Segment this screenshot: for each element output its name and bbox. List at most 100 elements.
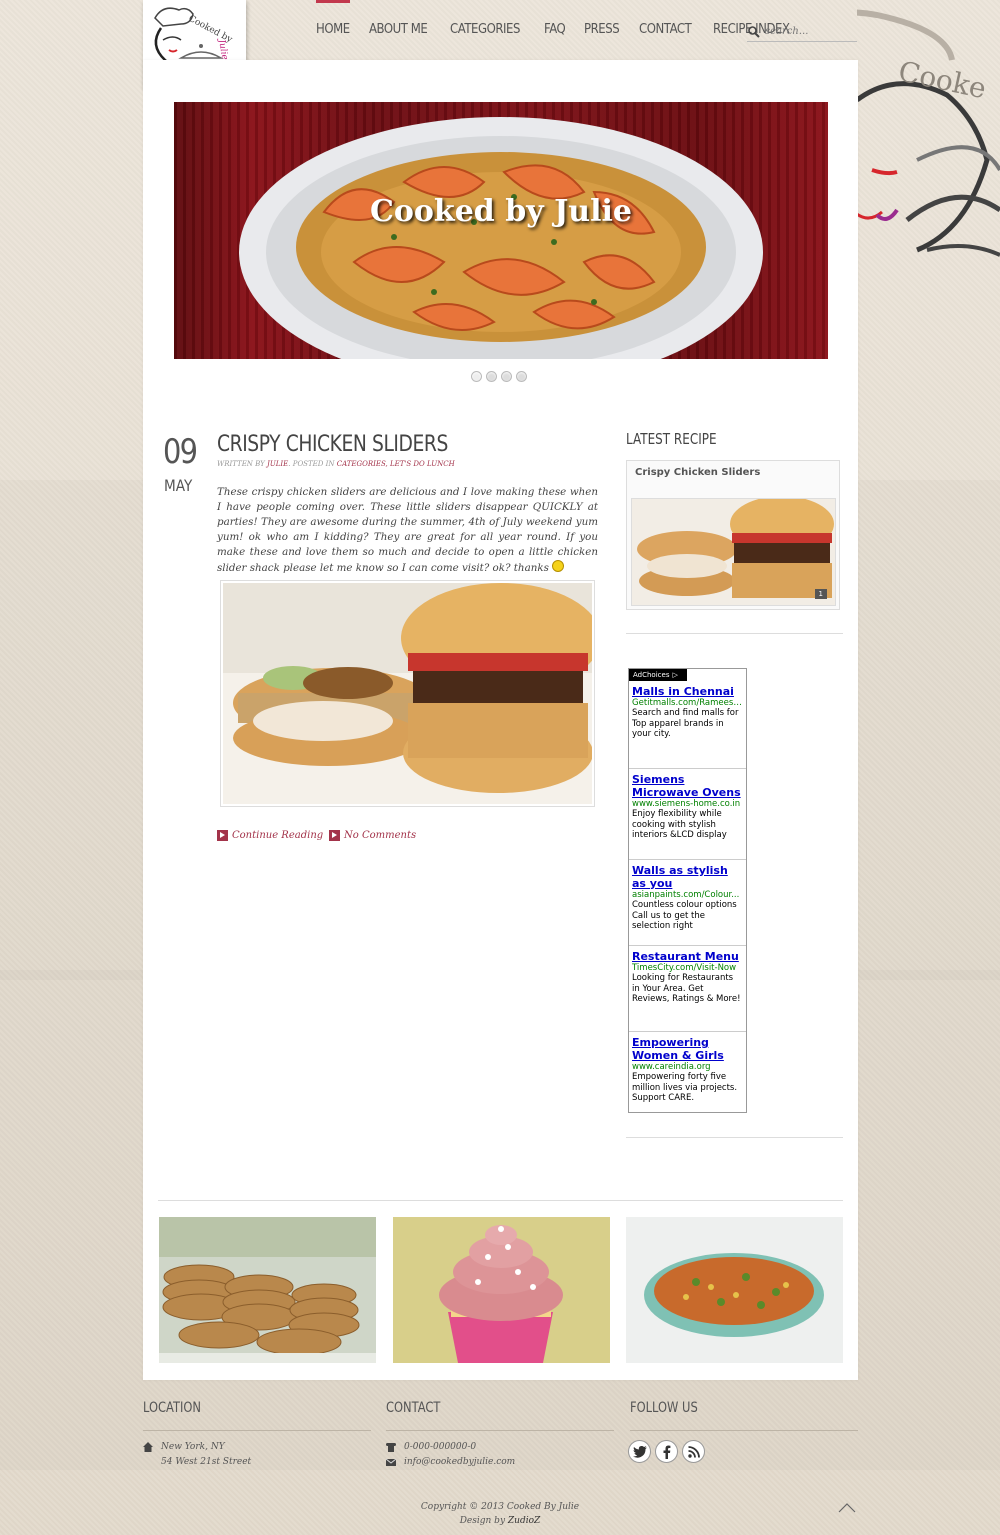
- ad-item[interactable]: Restaurant Menu TimesCity.com/Visit-Now …: [629, 946, 746, 1032]
- post-author-link[interactable]: JULIE: [267, 460, 288, 468]
- slider-dot-1[interactable]: [471, 371, 482, 382]
- search-box: [747, 22, 857, 42]
- footer-city-text: New York, NY: [161, 1442, 225, 1452]
- ad-url[interactable]: asianpaints.com/Colour...: [632, 890, 743, 900]
- ad-item[interactable]: Empowering Women & Girls www.careindia.o…: [629, 1032, 746, 1110]
- gallery-divider: [158, 1200, 843, 1201]
- nav-item-categories[interactable]: CATEGORIES: [450, 22, 520, 44]
- post-date-month: MAY: [164, 476, 193, 495]
- adchoices-icon: ▷: [672, 671, 678, 679]
- ad-item[interactable]: Malls in Chennai Getitmalls.com/Rameeswa…: [629, 681, 746, 769]
- sidebar-divider: [626, 633, 843, 634]
- latest-recipe-widget[interactable]: Crispy Chicken Sliders 1: [626, 460, 840, 610]
- nav-item-contact[interactable]: CONTACT: [639, 22, 692, 44]
- gallery-thumb-cupcake[interactable]: [393, 1217, 610, 1363]
- footer-street-text: 54 West 21st Street: [161, 1457, 252, 1467]
- main-content-panel: Cooked by Julie 09 MAY CRISPY CHICKEN SL…: [143, 60, 858, 1380]
- ad-url[interactable]: TimesCity.com/Visit-Now: [632, 963, 743, 973]
- ad-url[interactable]: www.careindia.org: [632, 1062, 743, 1072]
- continue-reading-link[interactable]: Continue Reading: [217, 830, 323, 841]
- designer-link[interactable]: ZudioZ: [508, 1516, 540, 1526]
- ad-title[interactable]: Malls in Chennai: [632, 685, 743, 698]
- footer-phone-text: 0-000-000000-0: [404, 1442, 477, 1452]
- main-navigation: HOME ABOUT ME CATEGORIES FAQ PRESS CONTA…: [316, 22, 814, 44]
- search-input[interactable]: [765, 26, 855, 37]
- comments-label: No Comments: [344, 830, 417, 841]
- ad-description: Search and find malls for Top apparel br…: [632, 708, 739, 739]
- facebook-button[interactable]: [655, 1440, 678, 1463]
- svg-text:Cooke: Cooke: [896, 55, 990, 106]
- post-categories-link[interactable]: CATEGORIES, LET'S DO LUNCH: [337, 460, 455, 468]
- smiley-icon: [552, 560, 565, 572]
- footer-city: New York, NY: [143, 1442, 225, 1452]
- ad-title[interactable]: Empowering Women & Girls: [632, 1036, 743, 1062]
- slider-dot-4[interactable]: [516, 371, 527, 382]
- post-title[interactable]: CRISPY CHICKEN SLIDERS: [217, 432, 448, 457]
- footer-contact-title: CONTACT: [386, 1400, 452, 1416]
- continue-reading-label: Continue Reading: [232, 830, 324, 841]
- svg-text:Cooked by: Cooked by: [187, 14, 235, 46]
- footer-phone: 0-000-000000-0: [386, 1442, 476, 1452]
- post-image[interactable]: [220, 580, 595, 807]
- ad-description: Countless colour options Call us to get …: [632, 900, 737, 931]
- gallery-thumb-salad[interactable]: [626, 1217, 843, 1363]
- phone-icon: [386, 1443, 396, 1452]
- latest-recipe-heading: LATEST RECIPE: [626, 430, 717, 448]
- background-logo-decoration: Cooke: [857, 0, 1000, 330]
- sidebar-divider: [626, 1137, 843, 1138]
- rss-button[interactable]: [682, 1440, 705, 1463]
- footer-email-text[interactable]: info@cookedbyjulie.com: [404, 1457, 515, 1467]
- post-meta-mid: . POSTED IN: [288, 460, 335, 468]
- ad-title[interactable]: Restaurant Menu: [632, 950, 743, 963]
- ad-title[interactable]: Walls as stylish as you: [632, 864, 743, 890]
- latest-recipe-count-badge: 1: [814, 589, 827, 599]
- footer-rule: [386, 1430, 614, 1431]
- twitter-icon: [632, 1445, 647, 1458]
- adchoices-label: AdChoices: [633, 671, 670, 679]
- ad-item[interactable]: Walls as stylish as you asianpaints.com/…: [629, 860, 746, 946]
- slider-title: Cooked by Julie: [370, 194, 632, 229]
- ad-block: AdChoices ▷ Malls in Chennai Getitmalls.…: [628, 668, 747, 1113]
- slider-dot-2[interactable]: [486, 371, 497, 382]
- arrow-right-icon: [329, 830, 340, 841]
- ad-description: Empowering forty five million lives via …: [632, 1072, 738, 1103]
- footer-follow-heading: FOLLOW US: [630, 1400, 698, 1416]
- latest-recipe-name[interactable]: Crispy Chicken Sliders: [635, 467, 831, 478]
- footer-location-title: LOCATION: [143, 1400, 214, 1416]
- twitter-button[interactable]: [628, 1440, 651, 1463]
- ad-url[interactable]: Getitmalls.com/Rameeswara...: [632, 698, 743, 708]
- nav-item-faq[interactable]: FAQ: [544, 22, 566, 44]
- post-excerpt-text: These crispy chicken sliders are delicio…: [217, 486, 598, 574]
- post-meta: WRITTEN BY JULIE. POSTED IN CATEGORIES, …: [217, 460, 455, 468]
- ad-title[interactable]: Siemens Microwave Ovens: [632, 773, 743, 799]
- shrimp-plate-image: [239, 117, 763, 359]
- latest-recipe-image[interactable]: 1: [631, 498, 836, 606]
- search-icon[interactable]: [747, 25, 761, 39]
- nav-item-about-me[interactable]: ABOUT ME: [369, 22, 428, 44]
- comments-link[interactable]: No Comments: [329, 830, 416, 841]
- footer-contact-heading: CONTACT: [386, 1400, 441, 1416]
- footer-street: 54 West 21st Street: [161, 1457, 251, 1467]
- post-date-day: 09: [163, 432, 198, 472]
- design-credit: Design by ZudioZ: [0, 1514, 1000, 1528]
- mail-icon: [386, 1458, 396, 1466]
- post-meta-prefix: WRITTEN BY: [217, 460, 265, 468]
- slider-dot-3[interactable]: [501, 371, 512, 382]
- ad-url[interactable]: www.siemens-home.co.in: [632, 799, 743, 809]
- nav-item-press[interactable]: PRESS: [584, 22, 620, 44]
- footer-rule: [143, 1430, 371, 1431]
- footer-rule: [630, 1430, 858, 1431]
- footer-email[interactable]: info@cookedbyjulie.com: [386, 1457, 515, 1467]
- post-excerpt: These crispy chicken sliders are delicio…: [217, 485, 598, 576]
- ad-item[interactable]: Siemens Microwave Ovens www.siemens-home…: [629, 769, 746, 860]
- hero-slider[interactable]: Cooked by Julie: [174, 102, 828, 359]
- home-icon: [143, 1442, 153, 1452]
- arrow-up-icon[interactable]: [838, 1503, 856, 1513]
- ad-description: Looking for Restaurants in Your Area. Ge…: [632, 973, 741, 1004]
- nav-active-indicator: [316, 0, 350, 3]
- gallery-thumb-cookies[interactable]: [159, 1217, 376, 1363]
- ad-description: Enjoy flexibility while cooking with sty…: [632, 809, 727, 840]
- nav-item-home[interactable]: HOME: [316, 22, 350, 44]
- adchoices-badge[interactable]: AdChoices ▷: [629, 669, 687, 681]
- footer-location-heading: LOCATION: [143, 1400, 202, 1416]
